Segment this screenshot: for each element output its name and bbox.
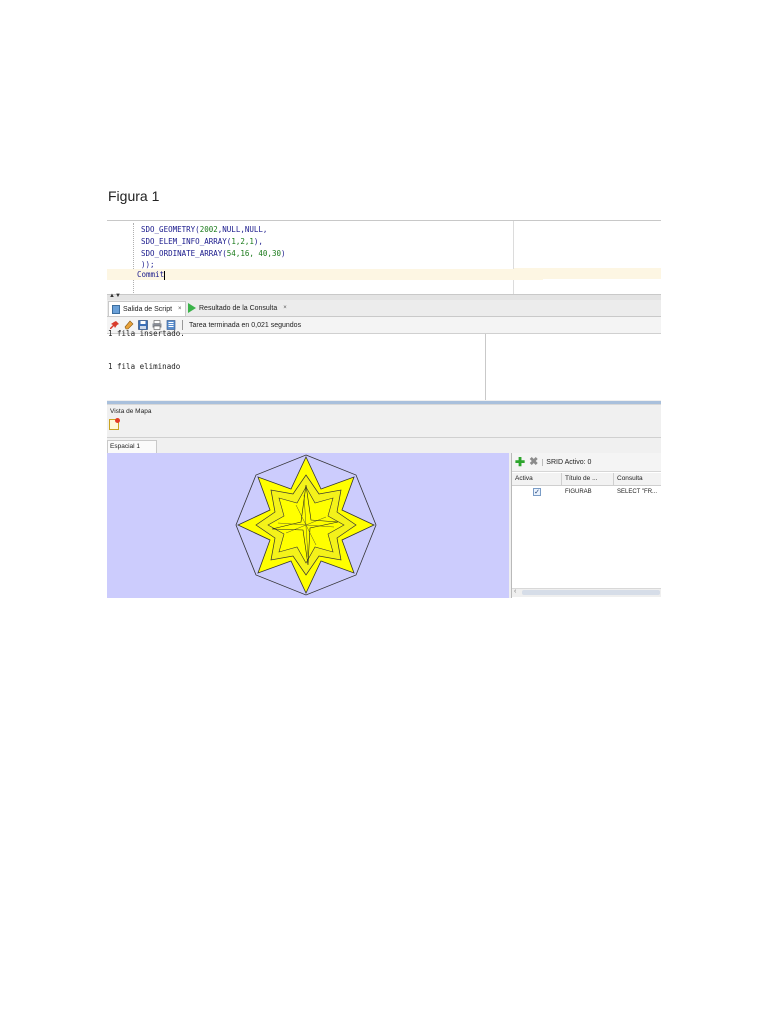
- code-token: ),: [253, 237, 263, 246]
- layer-active-checkbox[interactable]: ✓: [533, 488, 541, 496]
- layer-title-cell: FIGURAB: [565, 489, 592, 495]
- editor-gutter: [107, 221, 129, 294]
- output-line: 1 fila eliminado: [108, 362, 181, 371]
- code-line-1: SDO_GEOMETRY(2002,NULL,NULL,: [141, 224, 267, 235]
- sql-editor[interactable]: SDO_GEOMETRY(2002,NULL,NULL, SDO_ELEM_IN…: [107, 221, 661, 294]
- code-token: ));: [141, 260, 155, 269]
- tab-script-output[interactable]: Salida de Script ×: [108, 301, 186, 316]
- map-view-title: Vista de Mapa: [110, 408, 152, 415]
- script-output-area[interactable]: 1 fila insertado. 1 fila eliminado: [107, 329, 486, 400]
- tab-label: Salida de Script: [123, 305, 173, 313]
- horizontal-scrollbar[interactable]: ‹: [512, 588, 661, 597]
- text-cursor: [164, 270, 166, 280]
- column-header-active[interactable]: Activa: [512, 473, 562, 485]
- code-line-3: SDO_ORDINATE_ARRAY(54,16, 40,30): [141, 248, 286, 259]
- code-token: ,NULL,NULL,: [217, 225, 268, 234]
- tab-spatial-1[interactable]: Espacial 1: [107, 440, 157, 453]
- tab-query-result[interactable]: Resultado de la Consulta ×: [185, 301, 290, 315]
- new-map-icon[interactable]: [109, 418, 120, 430]
- output-tabbar: Salida de Script × Resultado de la Consu…: [107, 300, 661, 317]
- column-header-query[interactable]: Consulta: [614, 473, 661, 485]
- scrollbar-thumb[interactable]: [522, 590, 660, 595]
- code-line-current: Commit: [107, 269, 543, 280]
- divider: [107, 437, 661, 438]
- sql-developer-screenshot: SDO_GEOMETRY(2002,NULL,NULL, SDO_ELEM_IN…: [107, 220, 661, 598]
- task-status-text: Tarea terminada en 0,021 segundos: [189, 321, 302, 329]
- code-number: 54,16, 40,30: [226, 249, 281, 258]
- script-output-side-panel: [486, 334, 661, 400]
- close-icon[interactable]: ×: [283, 305, 287, 311]
- code-number: 2002: [199, 225, 218, 234]
- star-figure: [235, 454, 377, 596]
- code-token: ): [280, 249, 286, 258]
- code-line-2: SDO_ELEM_INFO_ARRAY(1,2,1),: [141, 236, 263, 247]
- code-token: SDO_ELEM_INFO_ARRAY(: [141, 237, 232, 246]
- splitter-arrows-icon[interactable]: ▲▼: [109, 293, 121, 299]
- remove-layer-icon[interactable]: ✖: [529, 456, 538, 468]
- map-layers-panel: ✚ ✖ SRID Activo: 0 Activa Título de ... …: [511, 453, 661, 598]
- column-header-title[interactable]: Título de ...: [562, 473, 614, 485]
- add-layer-icon[interactable]: ✚: [515, 456, 525, 468]
- code-number: 1,2,1: [231, 237, 254, 246]
- srid-label: SRID Activo: 0: [542, 458, 591, 466]
- close-icon[interactable]: ×: [178, 306, 182, 312]
- gutter-guide: [133, 223, 135, 293]
- tab-label: Resultado de la Consulta: [199, 304, 278, 312]
- script-output-toolbar: Tarea terminada en 0,021 segundos: [107, 317, 661, 334]
- layer-query-cell: SELECT "FR...: [617, 489, 658, 495]
- map-view-header: Vista de Mapa: [107, 404, 661, 439]
- code-token: SDO_GEOMETRY(: [141, 225, 200, 234]
- run-icon: [188, 303, 196, 313]
- output-line: 1 fila insertado.: [108, 329, 185, 338]
- layers-toolbar: ✚ ✖ SRID Activo: 0: [512, 453, 661, 472]
- code-token: Commit: [137, 270, 165, 279]
- code-token: SDO_ORDINATE_ARRAY(: [141, 249, 227, 258]
- script-output-icon: [112, 304, 120, 314]
- scroll-left-icon[interactable]: ‹: [514, 588, 516, 595]
- editor-divider: [513, 221, 514, 294]
- map-canvas[interactable]: [107, 453, 509, 598]
- figure-title: Figura 1: [108, 188, 160, 204]
